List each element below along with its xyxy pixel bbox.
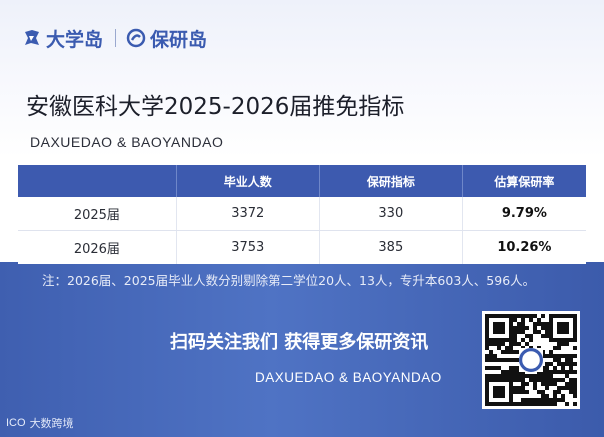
daxuedao-text: 大学岛 (46, 28, 104, 51)
baoyandao-text: 保研岛 (150, 28, 208, 51)
cell-quota: 330 (318, 197, 463, 231)
cell-year: 2026届 (18, 230, 177, 264)
daxuedao-logo: 大学岛 (22, 25, 103, 52)
table-header-row: 毕业人数 保研指标 估算保研率 (18, 165, 586, 197)
brand-english: DAXUEDAO & BAOYANDAO (255, 370, 442, 385)
cell-graduates: 3753 (175, 230, 320, 264)
footer-logo: ICO (6, 417, 26, 429)
footer-text: 大数跨境 (29, 417, 74, 430)
table-row: 2025届 3372 330 9.79% (18, 197, 586, 231)
baoyandao-logo: 保研岛 (126, 25, 207, 52)
footer-watermark: ICO 大数跨境 (6, 415, 74, 431)
page-title: 安徽医科大学2025-2026届推免指标 (26, 94, 405, 120)
brand-logo: 大学岛 保研岛 (22, 24, 207, 52)
header-rate: 估算保研率 (461, 165, 586, 197)
cell-rate: 10.26% (461, 230, 586, 264)
header-graduates: 毕业人数 (175, 165, 320, 197)
cell-rate: 9.79% (461, 197, 586, 231)
logo-divider (115, 29, 117, 47)
cell-quota: 385 (318, 230, 463, 264)
daxuedao-icon (25, 30, 39, 45)
page-subtitle: DAXUEDAO & BAOYANDAO (30, 134, 224, 150)
baoyandao-icon (126, 28, 146, 48)
qr-code[interactable] (482, 311, 580, 409)
header-year (18, 165, 177, 197)
table-row: 2026届 3753 385 10.26% (18, 230, 586, 264)
quota-table: 毕业人数 保研指标 估算保研率 2025届 3372 330 9.79% 202… (18, 165, 586, 264)
header-quota: 保研指标 (318, 165, 463, 197)
follow-slogan: 扫码关注我们 获得更多保研资讯 (170, 332, 429, 353)
footnote: 注：2026届、2025届毕业人数分别剔除第二学位20人、13人，专升本603人… (42, 273, 536, 288)
cell-graduates: 3372 (175, 197, 320, 231)
cell-year: 2025届 (18, 197, 177, 231)
qr-code-icon (485, 314, 577, 406)
